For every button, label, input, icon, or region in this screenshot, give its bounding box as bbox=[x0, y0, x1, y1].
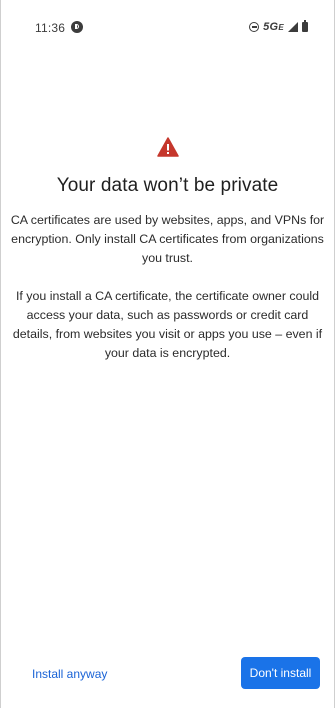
network-type: 5GE bbox=[263, 21, 284, 33]
status-bar: 11:36 5GE bbox=[1, 0, 334, 44]
warning-dialog: Your data won’t be private CA certificat… bbox=[1, 137, 334, 363]
signal-icon bbox=[288, 22, 298, 32]
status-time: 11:36 bbox=[35, 21, 66, 35]
battery-icon bbox=[302, 20, 308, 32]
dont-install-button[interactable]: Don't install bbox=[241, 657, 320, 689]
warning-icon bbox=[156, 137, 179, 157]
network-generation: 5G bbox=[263, 21, 279, 33]
network-suffix: E bbox=[278, 23, 284, 32]
status-icons: 5GE bbox=[249, 20, 308, 34]
dialog-paragraph-2: If you install a CA certificate, the cer… bbox=[12, 289, 323, 360]
screen: 11:36 5GE Your data won’t be private CA … bbox=[0, 0, 335, 708]
dialog-paragraph-1: CA certificates are used by websites, ap… bbox=[10, 213, 325, 265]
do-not-disturb-icon bbox=[249, 22, 260, 32]
install-anyway-button[interactable]: Install anyway bbox=[32, 667, 107, 681]
app-notification-icon bbox=[71, 21, 83, 33]
dialog-title: Your data won’t be private bbox=[56, 175, 279, 196]
